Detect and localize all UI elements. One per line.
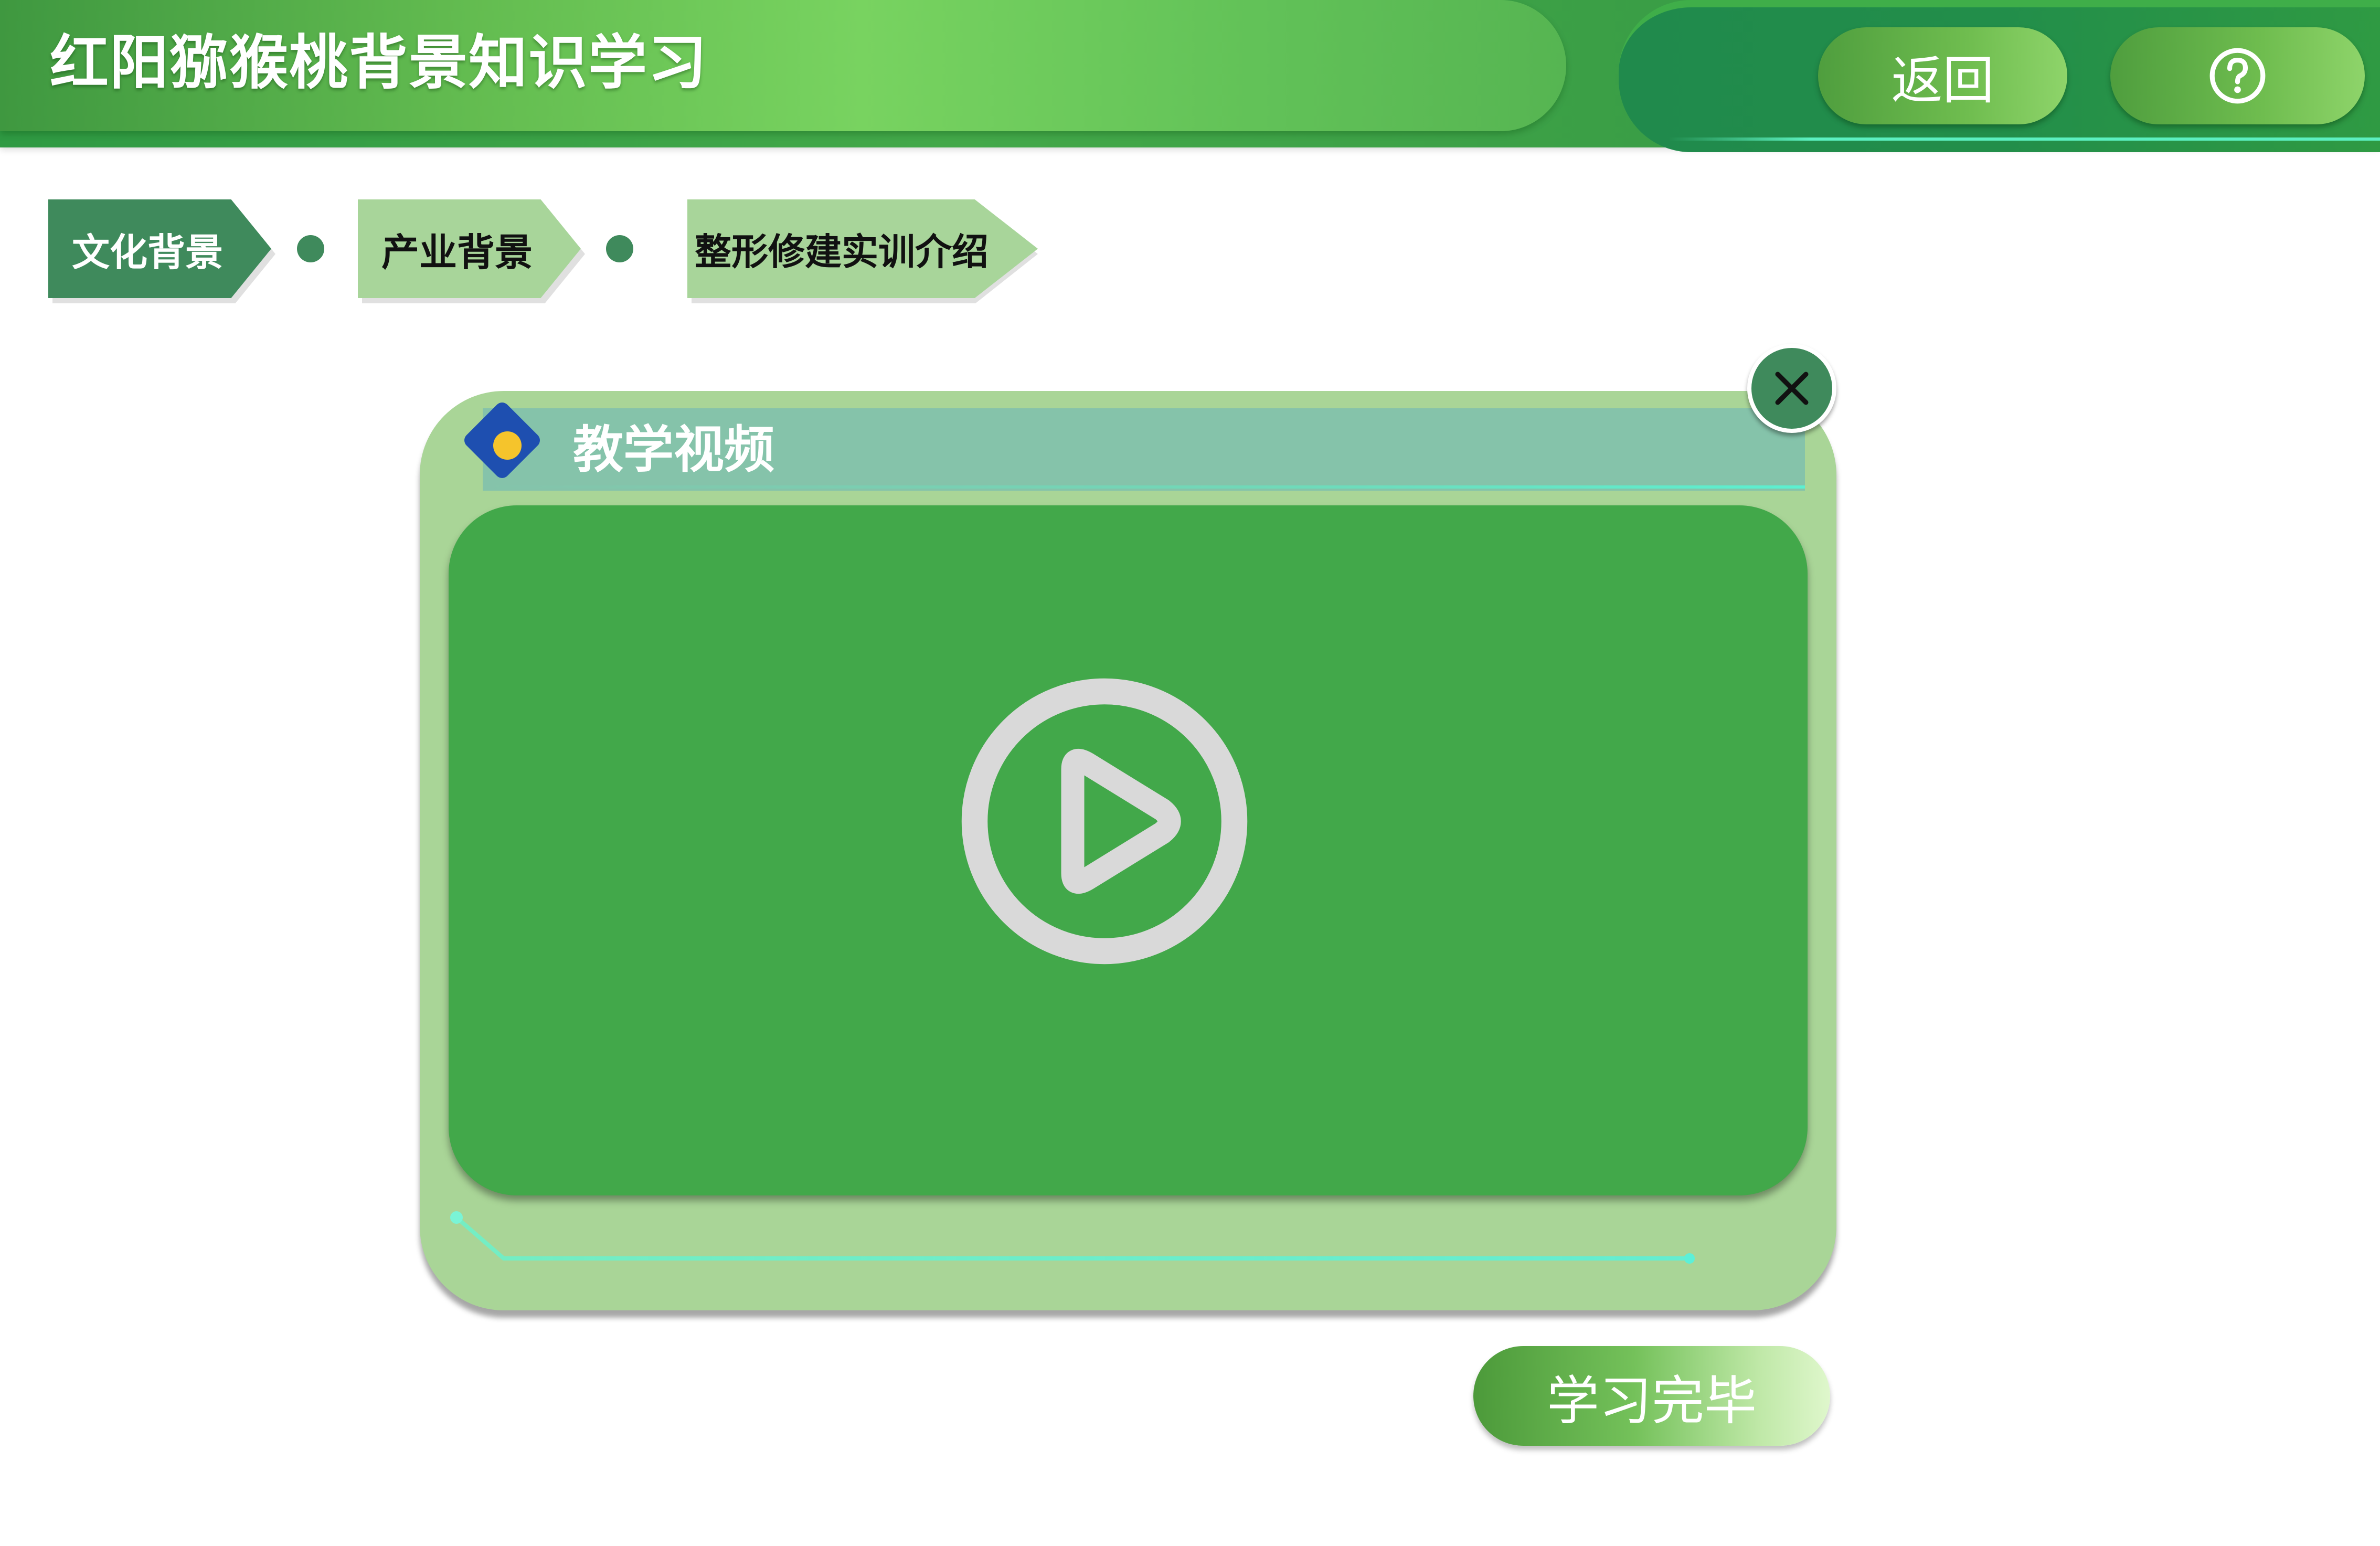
finish-study-button[interactable]: 学习完毕 bbox=[1473, 1346, 1830, 1446]
step-connector-dot bbox=[606, 235, 633, 262]
nav-divider-line bbox=[1669, 137, 2380, 141]
play-circle-icon[interactable] bbox=[960, 677, 1249, 966]
step-tab-pruning-training[interactable]: 整形修建实训介绍 bbox=[687, 199, 1038, 298]
help-button[interactable] bbox=[2110, 27, 2365, 124]
step-connector-dot bbox=[297, 235, 324, 262]
decorative-glow-line bbox=[450, 1211, 1695, 1264]
step-label: 文化背景 bbox=[72, 230, 224, 274]
close-button[interactable] bbox=[1747, 344, 1836, 433]
dialog-header-glow bbox=[483, 485, 1805, 489]
step-label: 整形修建实训介绍 bbox=[695, 230, 989, 273]
dialog-title: 教学视频 bbox=[573, 420, 774, 479]
step-label: 产业背景 bbox=[381, 230, 533, 274]
step-tab-culture[interactable]: 文化背景 bbox=[48, 199, 271, 298]
close-icon bbox=[1775, 372, 1809, 405]
app-title: 红阳猕猴桃背景知识学习 bbox=[50, 29, 708, 97]
question-circle-icon bbox=[2209, 48, 2266, 104]
step-tab-industry[interactable]: 产业背景 bbox=[358, 199, 581, 298]
back-button[interactable]: 返回 bbox=[1818, 27, 2067, 124]
diamond-center-dot bbox=[493, 431, 522, 460]
